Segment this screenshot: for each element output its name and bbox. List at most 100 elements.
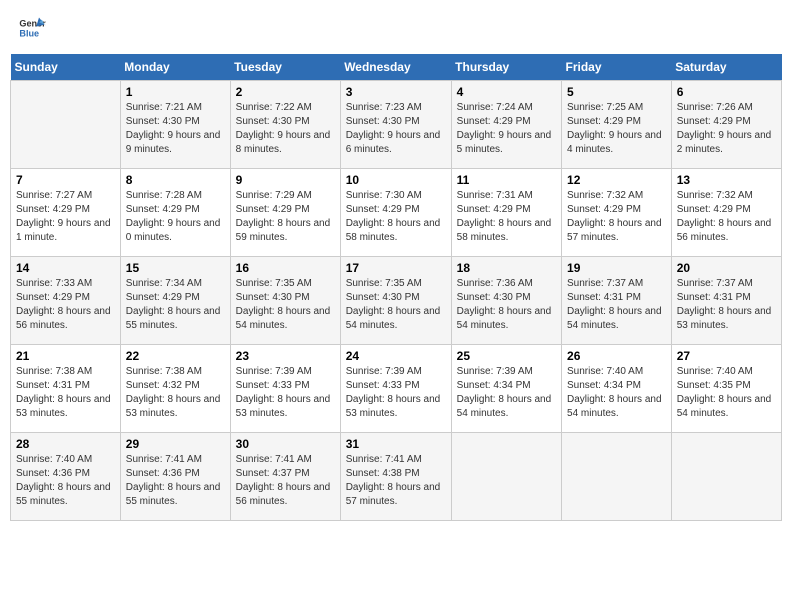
calendar-body: 1 Sunrise: 7:21 AMSunset: 4:30 PMDayligh… — [11, 81, 782, 521]
week-row-5: 28 Sunrise: 7:40 AMSunset: 4:36 PMDaylig… — [11, 433, 782, 521]
calendar-cell: 1 Sunrise: 7:21 AMSunset: 4:30 PMDayligh… — [120, 81, 230, 169]
calendar-cell: 24 Sunrise: 7:39 AMSunset: 4:33 PMDaylig… — [340, 345, 451, 433]
calendar-cell: 14 Sunrise: 7:33 AMSunset: 4:29 PMDaylig… — [11, 257, 121, 345]
day-info: Sunrise: 7:23 AMSunset: 4:30 PMDaylight:… — [346, 101, 446, 157]
day-header-monday: Monday — [120, 54, 230, 81]
day-number: 9 — [236, 173, 335, 187]
week-row-4: 21 Sunrise: 7:38 AMSunset: 4:31 PMDaylig… — [11, 345, 782, 433]
calendar-cell — [671, 433, 781, 521]
calendar-cell: 13 Sunrise: 7:32 AMSunset: 4:29 PMDaylig… — [671, 169, 781, 257]
day-number: 16 — [236, 261, 335, 275]
day-number: 26 — [567, 349, 666, 363]
calendar-cell: 5 Sunrise: 7:25 AMSunset: 4:29 PMDayligh… — [562, 81, 672, 169]
day-number: 14 — [16, 261, 115, 275]
day-number: 8 — [126, 173, 225, 187]
day-info: Sunrise: 7:37 AMSunset: 4:31 PMDaylight:… — [677, 277, 776, 333]
day-number: 30 — [236, 437, 335, 451]
day-header-sunday: Sunday — [11, 54, 121, 81]
day-info: Sunrise: 7:35 AMSunset: 4:30 PMDaylight:… — [236, 277, 335, 333]
day-info: Sunrise: 7:41 AMSunset: 4:36 PMDaylight:… — [126, 453, 225, 509]
day-number: 25 — [457, 349, 556, 363]
day-info: Sunrise: 7:30 AMSunset: 4:29 PMDaylight:… — [346, 189, 446, 245]
calendar-cell: 11 Sunrise: 7:31 AMSunset: 4:29 PMDaylig… — [451, 169, 561, 257]
day-info: Sunrise: 7:21 AMSunset: 4:30 PMDaylight:… — [126, 101, 225, 157]
day-number: 21 — [16, 349, 115, 363]
day-number: 19 — [567, 261, 666, 275]
calendar-cell: 20 Sunrise: 7:37 AMSunset: 4:31 PMDaylig… — [671, 257, 781, 345]
day-info: Sunrise: 7:39 AMSunset: 4:33 PMDaylight:… — [346, 365, 446, 421]
day-header-wednesday: Wednesday — [340, 54, 451, 81]
calendar-cell: 12 Sunrise: 7:32 AMSunset: 4:29 PMDaylig… — [562, 169, 672, 257]
day-info: Sunrise: 7:32 AMSunset: 4:29 PMDaylight:… — [567, 189, 666, 245]
calendar-cell — [11, 81, 121, 169]
calendar-cell: 17 Sunrise: 7:35 AMSunset: 4:30 PMDaylig… — [340, 257, 451, 345]
day-number: 10 — [346, 173, 446, 187]
day-number: 20 — [677, 261, 776, 275]
calendar-cell: 31 Sunrise: 7:41 AMSunset: 4:38 PMDaylig… — [340, 433, 451, 521]
day-number: 17 — [346, 261, 446, 275]
week-row-2: 7 Sunrise: 7:27 AMSunset: 4:29 PMDayligh… — [11, 169, 782, 257]
day-number: 22 — [126, 349, 225, 363]
day-info: Sunrise: 7:40 AMSunset: 4:36 PMDaylight:… — [16, 453, 115, 509]
calendar-cell: 15 Sunrise: 7:34 AMSunset: 4:29 PMDaylig… — [120, 257, 230, 345]
day-number: 28 — [16, 437, 115, 451]
day-number: 15 — [126, 261, 225, 275]
svg-text:Blue: Blue — [19, 28, 39, 38]
calendar-cell: 2 Sunrise: 7:22 AMSunset: 4:30 PMDayligh… — [230, 81, 340, 169]
calendar-cell: 29 Sunrise: 7:41 AMSunset: 4:36 PMDaylig… — [120, 433, 230, 521]
calendar-cell: 19 Sunrise: 7:37 AMSunset: 4:31 PMDaylig… — [562, 257, 672, 345]
day-number: 27 — [677, 349, 776, 363]
calendar-cell: 6 Sunrise: 7:26 AMSunset: 4:29 PMDayligh… — [671, 81, 781, 169]
day-number: 29 — [126, 437, 225, 451]
day-number: 5 — [567, 85, 666, 99]
calendar-cell: 3 Sunrise: 7:23 AMSunset: 4:30 PMDayligh… — [340, 81, 451, 169]
day-number: 1 — [126, 85, 225, 99]
day-number: 24 — [346, 349, 446, 363]
day-info: Sunrise: 7:38 AMSunset: 4:32 PMDaylight:… — [126, 365, 225, 421]
calendar-cell: 16 Sunrise: 7:35 AMSunset: 4:30 PMDaylig… — [230, 257, 340, 345]
calendar-cell — [451, 433, 561, 521]
calendar-cell: 25 Sunrise: 7:39 AMSunset: 4:34 PMDaylig… — [451, 345, 561, 433]
day-header-friday: Friday — [562, 54, 672, 81]
calendar-cell: 8 Sunrise: 7:28 AMSunset: 4:29 PMDayligh… — [120, 169, 230, 257]
page-header: General Blue — [10, 10, 782, 46]
calendar-cell: 9 Sunrise: 7:29 AMSunset: 4:29 PMDayligh… — [230, 169, 340, 257]
day-info: Sunrise: 7:39 AMSunset: 4:33 PMDaylight:… — [236, 365, 335, 421]
day-number: 23 — [236, 349, 335, 363]
day-number: 2 — [236, 85, 335, 99]
calendar-cell: 30 Sunrise: 7:41 AMSunset: 4:37 PMDaylig… — [230, 433, 340, 521]
day-info: Sunrise: 7:33 AMSunset: 4:29 PMDaylight:… — [16, 277, 115, 333]
calendar-cell: 28 Sunrise: 7:40 AMSunset: 4:36 PMDaylig… — [11, 433, 121, 521]
logo: General Blue — [18, 14, 48, 42]
calendar-cell: 10 Sunrise: 7:30 AMSunset: 4:29 PMDaylig… — [340, 169, 451, 257]
week-row-3: 14 Sunrise: 7:33 AMSunset: 4:29 PMDaylig… — [11, 257, 782, 345]
calendar-cell: 26 Sunrise: 7:40 AMSunset: 4:34 PMDaylig… — [562, 345, 672, 433]
calendar-cell: 18 Sunrise: 7:36 AMSunset: 4:30 PMDaylig… — [451, 257, 561, 345]
day-info: Sunrise: 7:40 AMSunset: 4:34 PMDaylight:… — [567, 365, 666, 421]
calendar-cell: 27 Sunrise: 7:40 AMSunset: 4:35 PMDaylig… — [671, 345, 781, 433]
day-header-tuesday: Tuesday — [230, 54, 340, 81]
calendar-cell: 4 Sunrise: 7:24 AMSunset: 4:29 PMDayligh… — [451, 81, 561, 169]
day-info: Sunrise: 7:28 AMSunset: 4:29 PMDaylight:… — [126, 189, 225, 245]
week-row-1: 1 Sunrise: 7:21 AMSunset: 4:30 PMDayligh… — [11, 81, 782, 169]
day-number: 18 — [457, 261, 556, 275]
day-info: Sunrise: 7:32 AMSunset: 4:29 PMDaylight:… — [677, 189, 776, 245]
day-info: Sunrise: 7:38 AMSunset: 4:31 PMDaylight:… — [16, 365, 115, 421]
day-info: Sunrise: 7:24 AMSunset: 4:29 PMDaylight:… — [457, 101, 556, 157]
logo-icon: General Blue — [18, 14, 46, 42]
calendar-cell — [562, 433, 672, 521]
day-number: 4 — [457, 85, 556, 99]
calendar-cell: 21 Sunrise: 7:38 AMSunset: 4:31 PMDaylig… — [11, 345, 121, 433]
day-info: Sunrise: 7:36 AMSunset: 4:30 PMDaylight:… — [457, 277, 556, 333]
day-info: Sunrise: 7:41 AMSunset: 4:37 PMDaylight:… — [236, 453, 335, 509]
day-number: 7 — [16, 173, 115, 187]
day-info: Sunrise: 7:40 AMSunset: 4:35 PMDaylight:… — [677, 365, 776, 421]
day-number: 3 — [346, 85, 446, 99]
calendar-cell: 7 Sunrise: 7:27 AMSunset: 4:29 PMDayligh… — [11, 169, 121, 257]
day-info: Sunrise: 7:29 AMSunset: 4:29 PMDaylight:… — [236, 189, 335, 245]
day-info: Sunrise: 7:31 AMSunset: 4:29 PMDaylight:… — [457, 189, 556, 245]
day-info: Sunrise: 7:25 AMSunset: 4:29 PMDaylight:… — [567, 101, 666, 157]
day-info: Sunrise: 7:37 AMSunset: 4:31 PMDaylight:… — [567, 277, 666, 333]
day-info: Sunrise: 7:35 AMSunset: 4:30 PMDaylight:… — [346, 277, 446, 333]
day-number: 11 — [457, 173, 556, 187]
